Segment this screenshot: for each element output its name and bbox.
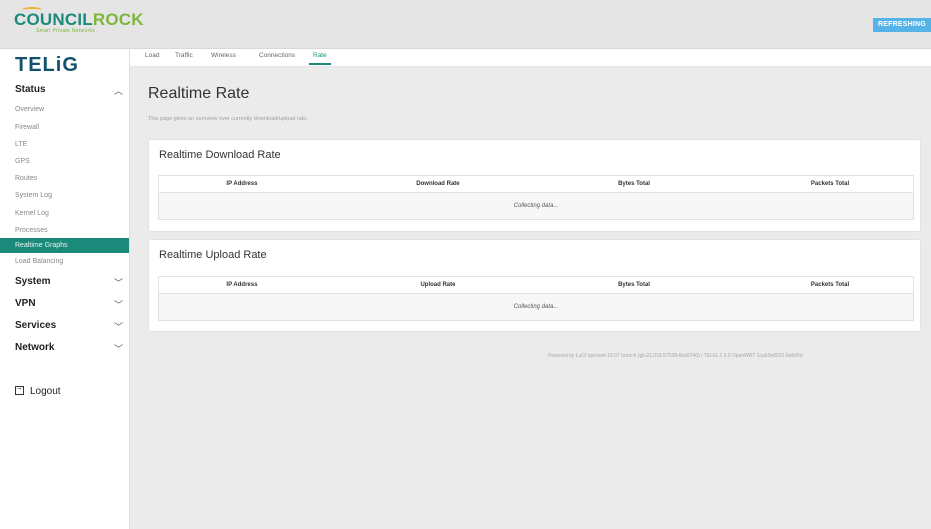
page-title: Realtime Rate [148, 85, 250, 102]
refresh-button[interactable]: REFRESHING [873, 18, 931, 32]
column-header-packets-total: Packets Total [810, 181, 850, 187]
column-header-ip-address: IP Address [226, 181, 258, 187]
sidebar-item-gps[interactable]: GPS [0, 154, 129, 169]
logout-icon [15, 383, 24, 395]
tab-rate[interactable]: Rate [309, 52, 331, 65]
sidebar-menu-system[interactable]: System ﹀ [15, 276, 123, 292]
sidebar-item-processes[interactable]: Processes [0, 223, 129, 238]
column-header-download-rate: Download Rate [416, 181, 460, 187]
sidebar-item-realtime-graphs[interactable]: Realtime Graphs [0, 238, 129, 253]
column-header-ip-address: IP Address [226, 282, 258, 288]
sidebar: TELiG Status ︿ Overview Firewall LTE GPS… [0, 49, 130, 529]
sidebar-item-kernel-log[interactable]: Kernel Log [0, 206, 129, 221]
tab-load[interactable]: Load [145, 52, 159, 65]
chevron-up-icon: ︿ [113, 86, 123, 96]
chevron-down-icon: ﹀ [113, 322, 123, 332]
table-header: IP Address Download Rate Bytes Total Pac… [159, 176, 913, 193]
column-header-packets-total: Packets Total [810, 282, 850, 288]
logo-text-rock: ROCK [92, 10, 144, 29]
tab-wireless[interactable]: Wireless [211, 52, 236, 65]
table-status-row: Collecting data... [159, 294, 913, 320]
sidebar-item-load-balancing[interactable]: Load Balancing [0, 254, 129, 269]
sidebar-item-lte[interactable]: LTE [0, 137, 129, 152]
table-header: IP Address Upload Rate Bytes Total Packe… [159, 277, 913, 294]
sidebar-menu-system-label: System [15, 276, 51, 287]
sidebar-item-overview[interactable]: Overview [0, 102, 129, 117]
councilrock-logo[interactable]: COUNCILROCK Smart Private Networks [14, 7, 144, 41]
sidebar-menu-status[interactable]: Status ︿ [15, 84, 123, 100]
header: COUNCILROCK Smart Private Networks REFRE… [0, 0, 931, 49]
sidebar-menu-network[interactable]: Network ﹀ [15, 342, 123, 358]
sidebar-menu-services[interactable]: Services ﹀ [15, 320, 123, 336]
tab-connections[interactable]: Connections [259, 52, 295, 65]
logo-sun-icon [22, 7, 42, 13]
upload-rate-title: Realtime Upload Rate [159, 249, 267, 261]
sidebar-item-system-log[interactable]: System Log [0, 188, 129, 203]
sidebar-menu-network-label: Network [15, 342, 55, 353]
footer-text: Powered by LuCI openwrt-19.07 branch (gi… [548, 353, 803, 359]
upload-rate-panel: Realtime Upload Rate IP Address Upload R… [148, 239, 921, 332]
tab-traffic[interactable]: Traffic [175, 52, 193, 65]
sidebar-menu-status-label: Status [15, 84, 46, 95]
chevron-down-icon: ﹀ [113, 300, 123, 310]
sidebar-item-routes[interactable]: Routes [0, 171, 129, 186]
column-header-upload-rate: Upload Rate [420, 282, 456, 288]
download-rate-panel: Realtime Download Rate IP Address Downlo… [148, 139, 921, 232]
sidebar-menu-services-label: Services [15, 320, 57, 331]
download-rate-title: Realtime Download Rate [159, 149, 281, 161]
page-description: This page gives an overview over current… [148, 116, 308, 122]
tab-bar: Load Traffic Wireless Connections Rate [130, 49, 931, 67]
table-status-row: Collecting data... [159, 193, 913, 219]
logout-button[interactable]: Logout [15, 383, 61, 397]
brand-logo: TELiG [15, 54, 79, 76]
sidebar-item-firewall[interactable]: Firewall [0, 120, 129, 135]
column-header-bytes-total: Bytes Total [618, 282, 650, 288]
logout-label: Logout [30, 386, 61, 397]
sidebar-menu-vpn-label: VPN [15, 298, 36, 309]
column-header-bytes-total: Bytes Total [618, 181, 650, 187]
sidebar-menu-vpn[interactable]: VPN ﹀ [15, 298, 123, 314]
upload-rate-table: IP Address Upload Rate Bytes Total Packe… [158, 276, 914, 321]
download-rate-table: IP Address Download Rate Bytes Total Pac… [158, 175, 914, 220]
chevron-down-icon: ﹀ [113, 344, 123, 354]
chevron-down-icon: ﹀ [113, 278, 123, 288]
